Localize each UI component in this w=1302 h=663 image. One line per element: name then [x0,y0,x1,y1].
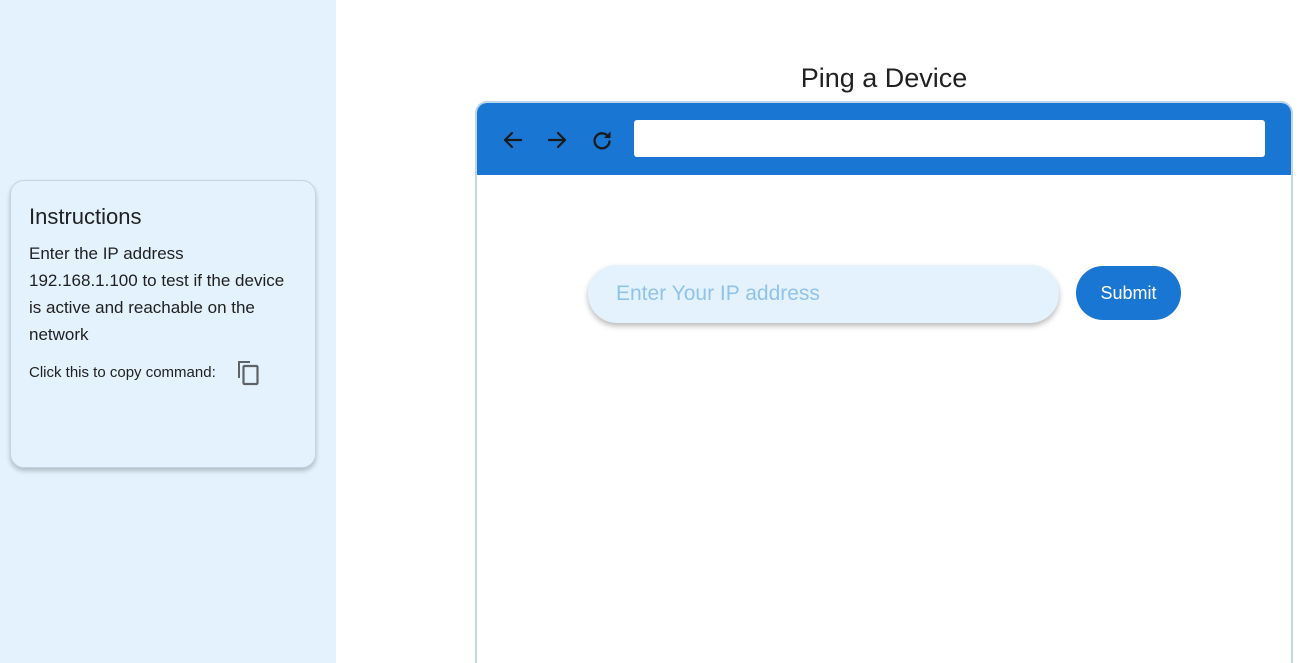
reload-button[interactable] [587,125,617,155]
browser-window: Submit [475,101,1293,663]
copy-command-row: Click this to copy command: [29,358,297,386]
back-button[interactable] [498,125,528,155]
forward-button[interactable] [542,125,572,155]
instructions-card: Instructions Enter the IP address 192.16… [10,180,316,468]
copy-command-label: Click this to copy command: [29,363,216,381]
arrow-left-icon [503,131,523,149]
sidebar: Instructions Enter the IP address 192.16… [0,0,336,663]
arrow-right-icon [547,131,567,149]
refresh-icon [593,131,611,150]
url-input[interactable] [634,120,1265,157]
browser-toolbar [477,103,1291,175]
submit-button[interactable]: Submit [1076,266,1181,320]
ip-address-input[interactable] [588,265,1059,323]
copy-icon[interactable] [234,358,262,386]
copy-icon-glyph [237,361,259,386]
page-title: Ping a Device [800,63,968,94]
instructions-text: Enter the IP address 192.168.1.100 to te… [29,244,285,344]
instructions-title: Instructions [29,204,142,229]
